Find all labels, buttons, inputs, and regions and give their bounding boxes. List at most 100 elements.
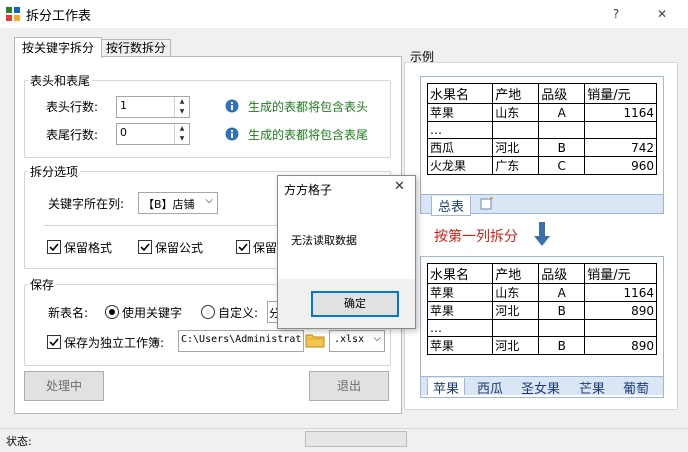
split-options-group-title: 拆分选项 [28, 163, 81, 180]
info-icon [225, 127, 239, 141]
tab-row-split[interactable]: 按行数拆分 [101, 39, 171, 57]
spin-down-icon[interactable]: ▼ [175, 107, 189, 117]
tab-label: 按行数拆分 [105, 41, 166, 55]
key-column-select[interactable]: 【B】店铺 ⌵ [138, 192, 218, 214]
split-by-first-column-label: 按第一列拆分 [434, 229, 518, 245]
header-rows-value: 1 [120, 99, 127, 112]
window-close-button[interactable]: ✕ [649, 4, 675, 24]
table-cell: 河北 [492, 138, 540, 157]
table-cell: 苹果 [426, 301, 494, 320]
footer-rows-value: 0 [120, 126, 127, 139]
example-table-top: 水果名 产地 品级 销量/元 苹果 山东 A 1164 … 西瓜 河北 B 74… [426, 83, 657, 175]
checkmark-icon [238, 243, 248, 252]
title-bar: 拆分工作表 ? ✕ [0, 0, 688, 28]
dialog-close-button[interactable]: ✕ [394, 179, 405, 194]
table-row: 苹果 河北 B 890 [426, 336, 657, 355]
keep-format-checkbox[interactable] [47, 240, 61, 254]
save-independent-checkbox[interactable] [47, 335, 61, 349]
table-cell: 1164 [584, 103, 657, 122]
exit-button[interactable]: 退出 [309, 371, 389, 401]
info-icon [225, 99, 239, 113]
table-cell [538, 319, 586, 337]
header-hint: 生成的表都将包含表头 [248, 100, 369, 114]
table-cell [492, 319, 540, 337]
footer-rows-spin-buttons: ▲ ▼ [174, 124, 189, 144]
table-cell: 火龙果 [426, 156, 494, 175]
example-sheet-top: 水果名 产地 品级 销量/元 苹果 山东 A 1164 … 西瓜 河北 B 74… [420, 76, 664, 216]
spin-up-icon[interactable]: ▲ [175, 124, 189, 134]
table-cell: 苹果 [426, 336, 494, 355]
table-cell: A [538, 103, 586, 122]
table-cell: 742 [584, 138, 657, 157]
table-header-cell: 品级 [538, 263, 586, 284]
table-cell [538, 121, 586, 139]
table-header-cell: 水果名 [426, 263, 494, 284]
extension-select[interactable]: .xlsx ⌵ [329, 330, 385, 352]
keep-formula-checkbox[interactable] [138, 240, 152, 254]
table-cell: B [538, 336, 586, 355]
sheet-tab-watermelon: 西瓜 [477, 382, 504, 395]
table-cell: … [426, 121, 494, 139]
tab-label: 按关键字拆分 [21, 41, 94, 55]
folder-icon[interactable] [305, 331, 325, 349]
message-dialog: 方方格子 ✕ 无法读取数据 确定 [277, 175, 416, 329]
table-cell: 山东 [492, 103, 540, 122]
table-header-cell: 销量/元 [584, 83, 657, 104]
sheet-tab-cherry-tomato: 圣女果 [521, 382, 561, 395]
extension-value: .xlsx [334, 334, 365, 345]
new-name-label: 新表名: [48, 306, 89, 320]
keep-formula-label: 保留公式 [155, 241, 204, 255]
sheet-tab-grape: 葡萄 [623, 382, 650, 395]
chevron-down-icon: ⌵ [205, 195, 213, 206]
checkmark-icon [49, 243, 59, 252]
save-independent-label: 保存为独立工作簿: [64, 336, 165, 350]
tab-keyword-split[interactable]: 按关键字拆分 [14, 37, 102, 58]
checkmark-icon [49, 338, 59, 347]
dialog-title: 方方格子 [284, 183, 333, 197]
ok-button[interactable]: 确定 [311, 291, 399, 317]
spin-up-icon[interactable]: ▲ [175, 97, 189, 107]
table-cell [492, 121, 540, 139]
keep-third-label: 保留 [253, 241, 278, 255]
table-cell: 河北 [492, 301, 540, 320]
save-path-input[interactable]: C:\Users\Administrat [178, 330, 304, 352]
key-column-label: 关键字所在列: [48, 197, 125, 211]
table-cell: 苹果 [426, 103, 494, 122]
spin-down-icon[interactable]: ▼ [175, 134, 189, 144]
save-group-title: 保存 [28, 276, 57, 293]
footer-hint: 生成的表都将包含表尾 [248, 128, 369, 142]
progress-bar [305, 431, 407, 447]
table-cell: C [538, 156, 586, 175]
custom-name-radio[interactable] [201, 305, 215, 319]
table-cell: 苹果 [426, 283, 494, 302]
table-row: 苹果 山东 A 1164 [426, 283, 657, 302]
table-cell: 河北 [492, 336, 540, 355]
table-cell: 960 [584, 156, 657, 175]
table-row: 苹果 河北 B 890 [426, 301, 657, 320]
table-cell: 西瓜 [426, 138, 494, 157]
help-button[interactable]: ? [603, 4, 629, 24]
table-cell [584, 319, 657, 337]
table-cell: 1164 [584, 283, 657, 302]
table-header-cell: 销量/元 [584, 263, 657, 284]
process-button[interactable]: 处理中 [24, 371, 104, 401]
use-keyword-label: 使用关键字 [122, 306, 183, 320]
table-header-cell: 水果名 [426, 83, 494, 104]
keep-format-label: 保留格式 [64, 241, 113, 255]
table-row: … [426, 319, 657, 337]
status-bar: 状态: [0, 428, 688, 452]
header-rows-stepper[interactable]: 1 ▲ ▼ [116, 96, 190, 118]
table-cell: 广东 [492, 156, 540, 175]
sheet-tab-bar: 总表 [421, 194, 663, 216]
use-keyword-radio[interactable] [105, 305, 119, 319]
table-cell: 890 [584, 301, 657, 320]
footer-rows-stepper[interactable]: 0 ▲ ▼ [116, 123, 190, 145]
keep-third-checkbox[interactable] [236, 240, 250, 254]
table-cell: B [538, 301, 586, 320]
table-cell: B [538, 138, 586, 157]
app-icon [6, 7, 20, 21]
header-footer-group-title: 表头和表尾 [28, 72, 93, 89]
radio-dot [109, 309, 115, 315]
checkmark-icon [140, 243, 150, 252]
header-rows-spin-buttons: ▲ ▼ [174, 97, 189, 117]
